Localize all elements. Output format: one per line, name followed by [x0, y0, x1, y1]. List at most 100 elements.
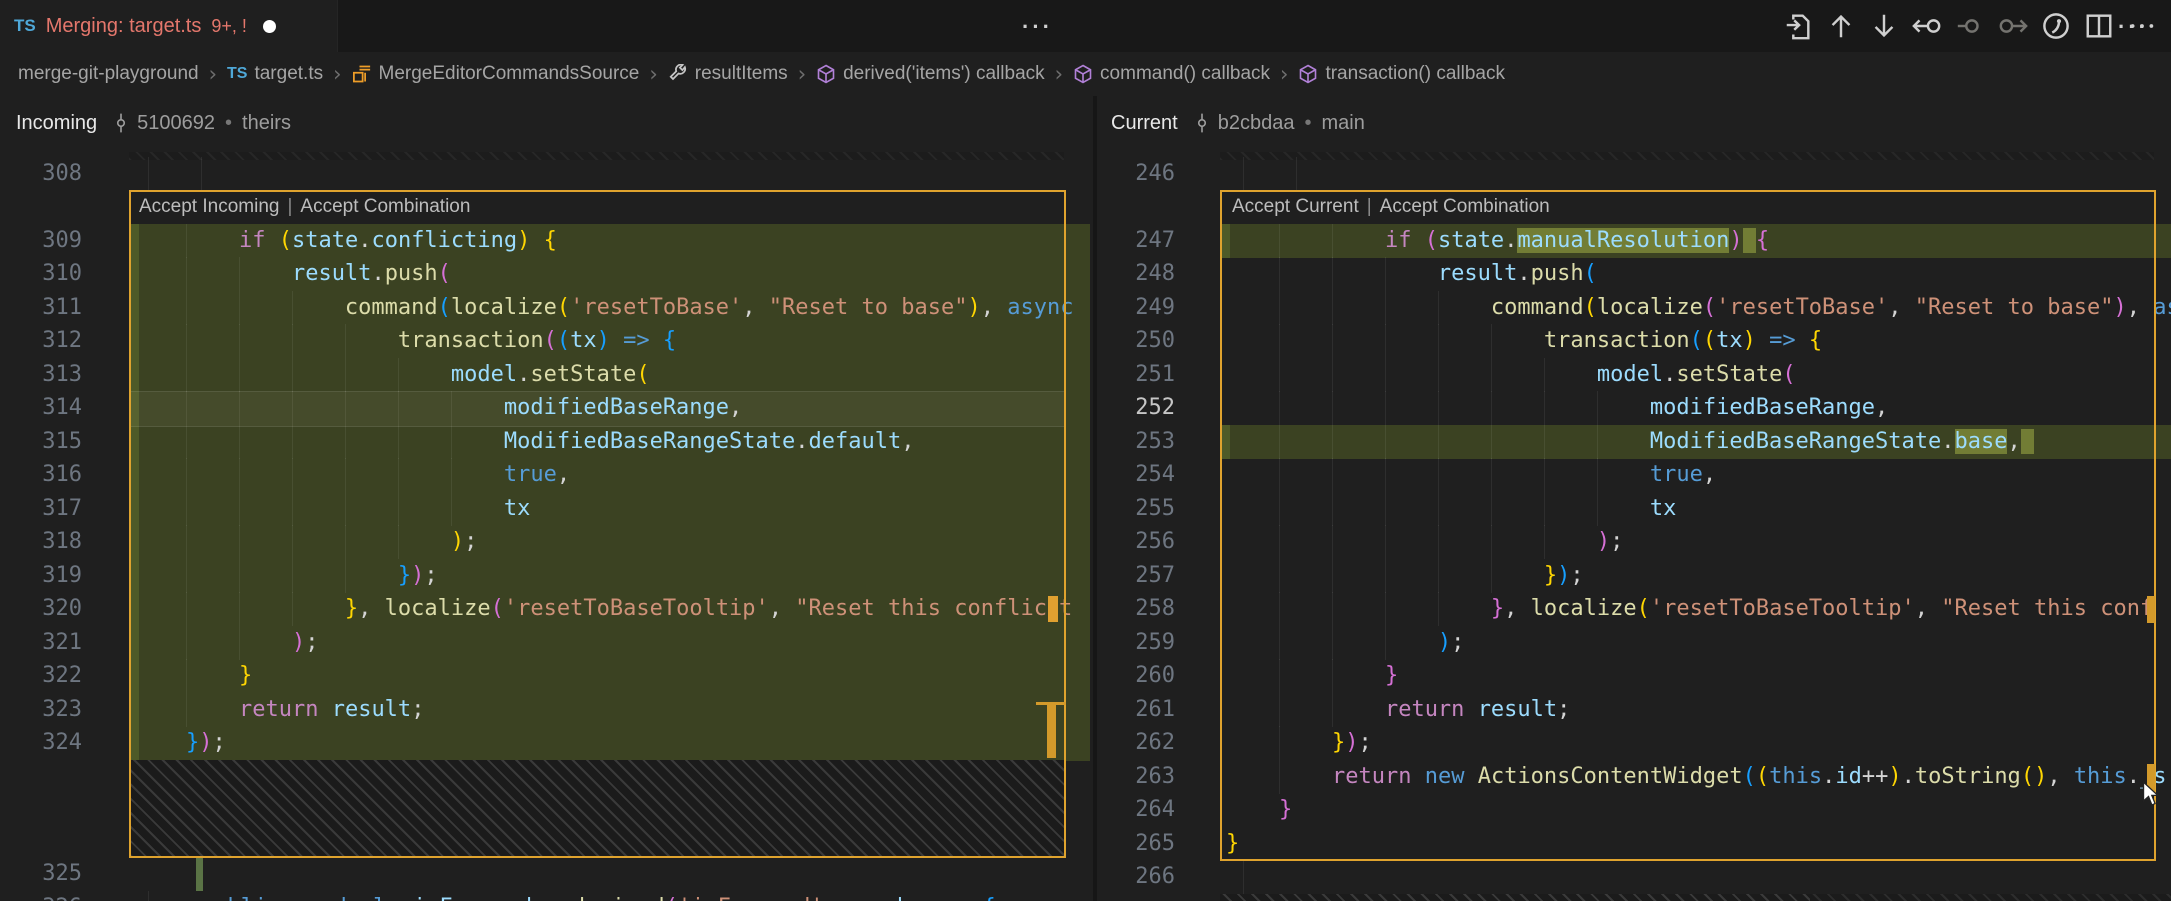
- breadcrumb-item[interactable]: resultItems: [668, 63, 788, 85]
- code-line[interactable]: 311 command(localize('resetToBase', "Res…: [0, 291, 1093, 325]
- code-line[interactable]: 310 result.push(: [0, 257, 1093, 291]
- code-line[interactable]: 252 modifiedBaseRange,: [1097, 391, 2171, 425]
- git-commit-icon: [111, 113, 131, 133]
- next-conflict-button[interactable]: [1998, 11, 2028, 41]
- code-line[interactable]: 324 });: [0, 726, 1093, 760]
- breadcrumb-label: transaction() callback: [1325, 63, 1505, 85]
- code-text: );: [1226, 525, 1623, 559]
- accept-combination-link[interactable]: Accept Combination: [300, 196, 470, 218]
- code-line[interactable]: 266: [1097, 860, 2171, 894]
- incoming-editor[interactable]: 308 Accept Incoming | Accept Combination 309…: [0, 150, 1093, 901]
- code-line[interactable]: 318 );: [0, 525, 1093, 559]
- code-text: }, localize('resetToBaseTooltip', "Reset…: [1226, 592, 2153, 626]
- code-line[interactable]: 313 model.setState(: [0, 358, 1093, 392]
- accept-current-link[interactable]: Accept Current: [1232, 196, 1359, 218]
- indent-guide: [201, 157, 202, 191]
- code-line[interactable]: 247 if (state.manualResolution) {: [1097, 224, 2171, 258]
- code-text: if (state.manualResolution) {: [1226, 224, 1769, 258]
- code-line[interactable]: 265}: [1097, 827, 2171, 861]
- code-line[interactable]: 316 true,: [0, 458, 1093, 492]
- code-text: }: [1226, 659, 1398, 693]
- breadcrumb-item[interactable]: command() callback: [1073, 63, 1270, 85]
- line-number: 316: [0, 458, 82, 492]
- code-line[interactable]: 257 });: [1097, 559, 2171, 593]
- next-change-button[interactable]: [1869, 11, 1899, 41]
- breadcrumb-item[interactable]: TStarget.ts: [227, 63, 323, 85]
- code-line[interactable]: 326 public readonly isFocused = derived(…: [0, 891, 1093, 901]
- clipped-content-marker: [1048, 596, 1058, 622]
- breadcrumb-item[interactable]: derived('items') callback: [816, 63, 1045, 85]
- code-line[interactable]: 323 return result;: [0, 693, 1093, 727]
- line-number: 324: [0, 726, 82, 760]
- breadcrumb-item[interactable]: MergeEditorCommandsSource: [352, 63, 640, 85]
- code-line[interactable]: 248 result.push(: [1097, 257, 2171, 291]
- accept-incoming-link[interactable]: Accept Incoming: [139, 196, 279, 218]
- code-line[interactable]: 262 });: [1097, 726, 2171, 760]
- line-number: 246: [1097, 157, 1175, 191]
- current-editor[interactable]: 246Accept Current|Accept Combination247 …: [1097, 150, 2171, 901]
- class-symbol-icon: [352, 64, 372, 84]
- code-line[interactable]: 319 });: [0, 559, 1093, 593]
- code-line[interactable]: 258 }, localize('resetToBaseTooltip', "R…: [1097, 592, 2171, 626]
- deleted-region-hatch: [131, 760, 1064, 857]
- code-line[interactable]: 322 }: [0, 659, 1093, 693]
- link-separator: |: [287, 196, 292, 218]
- previous-change-button[interactable]: [1826, 11, 1856, 41]
- code-line[interactable]: 253 ModifiedBaseRangeState.base,: [1097, 425, 2171, 459]
- code-line[interactable]: 315 ModifiedBaseRangeState.default,: [0, 425, 1093, 459]
- breadcrumb-separator-icon: ›: [209, 62, 217, 86]
- code-line[interactable]: 312 transaction((tx) => {: [0, 324, 1093, 358]
- code-text: command(localize('resetToBase', "Reset t…: [133, 291, 1073, 325]
- previous-conflict-button[interactable]: [1912, 11, 1942, 41]
- code-line[interactable]: 251 model.setState(: [1097, 358, 2171, 392]
- code-line[interactable]: 314 modifiedBaseRange,: [0, 391, 1093, 425]
- breadcrumb-item[interactable]: transaction() callback: [1298, 63, 1505, 85]
- code-text: result.push(: [133, 257, 451, 291]
- open-file-button[interactable]: [1783, 11, 1813, 41]
- accept-combination-link[interactable]: Accept Combination: [1380, 196, 1550, 218]
- code-line[interactable]: 320 }, localize('resetToBaseTooltip', "R…: [0, 592, 1093, 626]
- indent-guide: [148, 157, 149, 191]
- current-more-actions-button[interactable]: ···: [2118, 0, 2149, 54]
- code-line[interactable]: 246: [1097, 157, 2171, 191]
- line-number: 320: [0, 592, 82, 626]
- line-number: 323: [0, 693, 82, 727]
- incoming-more-actions-button[interactable]: ···: [1022, 0, 1053, 54]
- code-line[interactable]: 260 }: [1097, 659, 2171, 693]
- code-text: command(localize('resetToBase', "Reset t…: [1226, 291, 2171, 325]
- breadcrumb-label: merge-git-playground: [18, 63, 199, 85]
- code-line[interactable]: 259 );: [1097, 626, 2171, 660]
- breadcrumb-item[interactable]: merge-git-playground: [18, 63, 199, 85]
- editor-toolbar: [1783, 0, 2157, 52]
- git-commit-icon: [1192, 113, 1212, 133]
- current-conflict-button[interactable]: [1955, 11, 1985, 41]
- code-line[interactable]: 250 transaction((tx) => {: [1097, 324, 2171, 358]
- method-symbol-icon: [816, 64, 836, 84]
- split-editor-button[interactable]: [2084, 11, 2114, 41]
- code-text: result.push(: [1226, 257, 1597, 291]
- code-line[interactable]: 261 return result;: [1097, 693, 2171, 727]
- line-number: 309: [0, 224, 82, 258]
- merge-actions-button[interactable]: [2041, 11, 2071, 41]
- code-text: }: [133, 659, 252, 693]
- method-symbol-icon: [1073, 64, 1093, 84]
- code-line[interactable]: 308: [0, 157, 1093, 191]
- line-number: 253: [1097, 425, 1175, 459]
- code-line[interactable]: 325: [0, 857, 1093, 891]
- code-line[interactable]: 309 if (state.conflicting) {: [0, 224, 1093, 258]
- code-line[interactable]: 264 }: [1097, 793, 2171, 827]
- breadcrumb: merge-git-playground › TStarget.ts › MergeEd…: [0, 52, 2171, 96]
- line-number: 254: [1097, 458, 1175, 492]
- breadcrumb-separator-icon: ›: [333, 62, 341, 86]
- code-line[interactable]: 263 return new ActionsContentWidget((thi…: [1097, 760, 2171, 794]
- line-number: 315: [0, 425, 82, 459]
- code-line[interactable]: 321 );: [0, 626, 1093, 660]
- tab-merging-target[interactable]: TS Merging: target.ts 9+, !: [0, 0, 338, 52]
- code-line[interactable]: 317 tx: [0, 492, 1093, 526]
- modified-line-gutter-bar: [196, 857, 203, 891]
- code-line[interactable]: 255 tx: [1097, 492, 2171, 526]
- line-number: 314: [0, 391, 82, 425]
- code-line[interactable]: 256 );: [1097, 525, 2171, 559]
- code-line[interactable]: 249 command(localize('resetToBase', "Res…: [1097, 291, 2171, 325]
- code-line[interactable]: 254 true,: [1097, 458, 2171, 492]
